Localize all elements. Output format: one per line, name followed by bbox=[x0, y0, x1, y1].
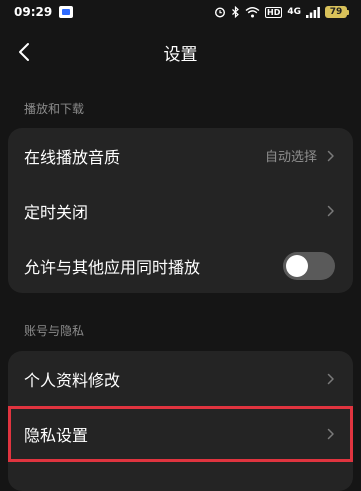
row-audio-quality[interactable]: 在线播放音质 自动选择 bbox=[8, 128, 353, 183]
alarm-icon bbox=[214, 7, 226, 18]
row-label: 定时关闭 bbox=[24, 202, 89, 222]
network-label: 4G bbox=[287, 7, 301, 17]
row-edit-profile[interactable]: 个人资料修改 bbox=[8, 351, 353, 406]
status-time: 09:29 bbox=[14, 5, 53, 19]
row-mix-playback: 允许与其他应用同时播放 bbox=[8, 238, 353, 293]
section-header-account: 账号与隐私 bbox=[24, 324, 85, 338]
settings-card-playback: 在线播放音质 自动选择 定时关闭 允许与其他应用同时播放 bbox=[8, 128, 353, 293]
status-left: 09:29 bbox=[14, 5, 74, 19]
chevron-right-icon bbox=[327, 205, 334, 216]
page-title: 设置 bbox=[163, 44, 198, 65]
chevron-right-icon bbox=[327, 150, 334, 161]
row-label: 允许与其他应用同时播放 bbox=[24, 257, 201, 277]
nav-bar: 设置 bbox=[0, 30, 361, 74]
audio-quality-value: 自动选择 bbox=[264, 150, 317, 165]
row-label: 在线播放音质 bbox=[24, 147, 121, 167]
signal-icon bbox=[306, 6, 320, 18]
status-bar: 09:29 HD 4G 79 bbox=[0, 0, 361, 24]
chevron-right-icon bbox=[327, 373, 334, 384]
wifi-icon bbox=[245, 7, 260, 18]
back-button[interactable] bbox=[10, 38, 38, 66]
bluetooth-icon bbox=[232, 6, 239, 18]
chevron-left-icon bbox=[19, 43, 29, 61]
status-right: HD 4G 79 bbox=[214, 6, 349, 18]
app-notification-icon bbox=[59, 6, 74, 18]
row-label: 隐私设置 bbox=[24, 426, 89, 445]
row-sleep-timer[interactable]: 定时关闭 bbox=[8, 183, 353, 238]
row-right: 自动选择 bbox=[265, 146, 335, 165]
mix-playback-toggle[interactable] bbox=[283, 251, 335, 280]
section-header-playback: 播放和下载 bbox=[24, 102, 85, 116]
battery-icon: 79 bbox=[325, 6, 349, 18]
battery-level: 79 bbox=[325, 6, 347, 18]
chevron-right-icon bbox=[327, 428, 334, 440]
hd-badge: HD bbox=[265, 6, 283, 18]
toggle-knob bbox=[286, 254, 308, 277]
row-label: 个人资料修改 bbox=[24, 370, 121, 390]
row-privacy-settings[interactable]: 隐私设置 bbox=[8, 406, 353, 462]
